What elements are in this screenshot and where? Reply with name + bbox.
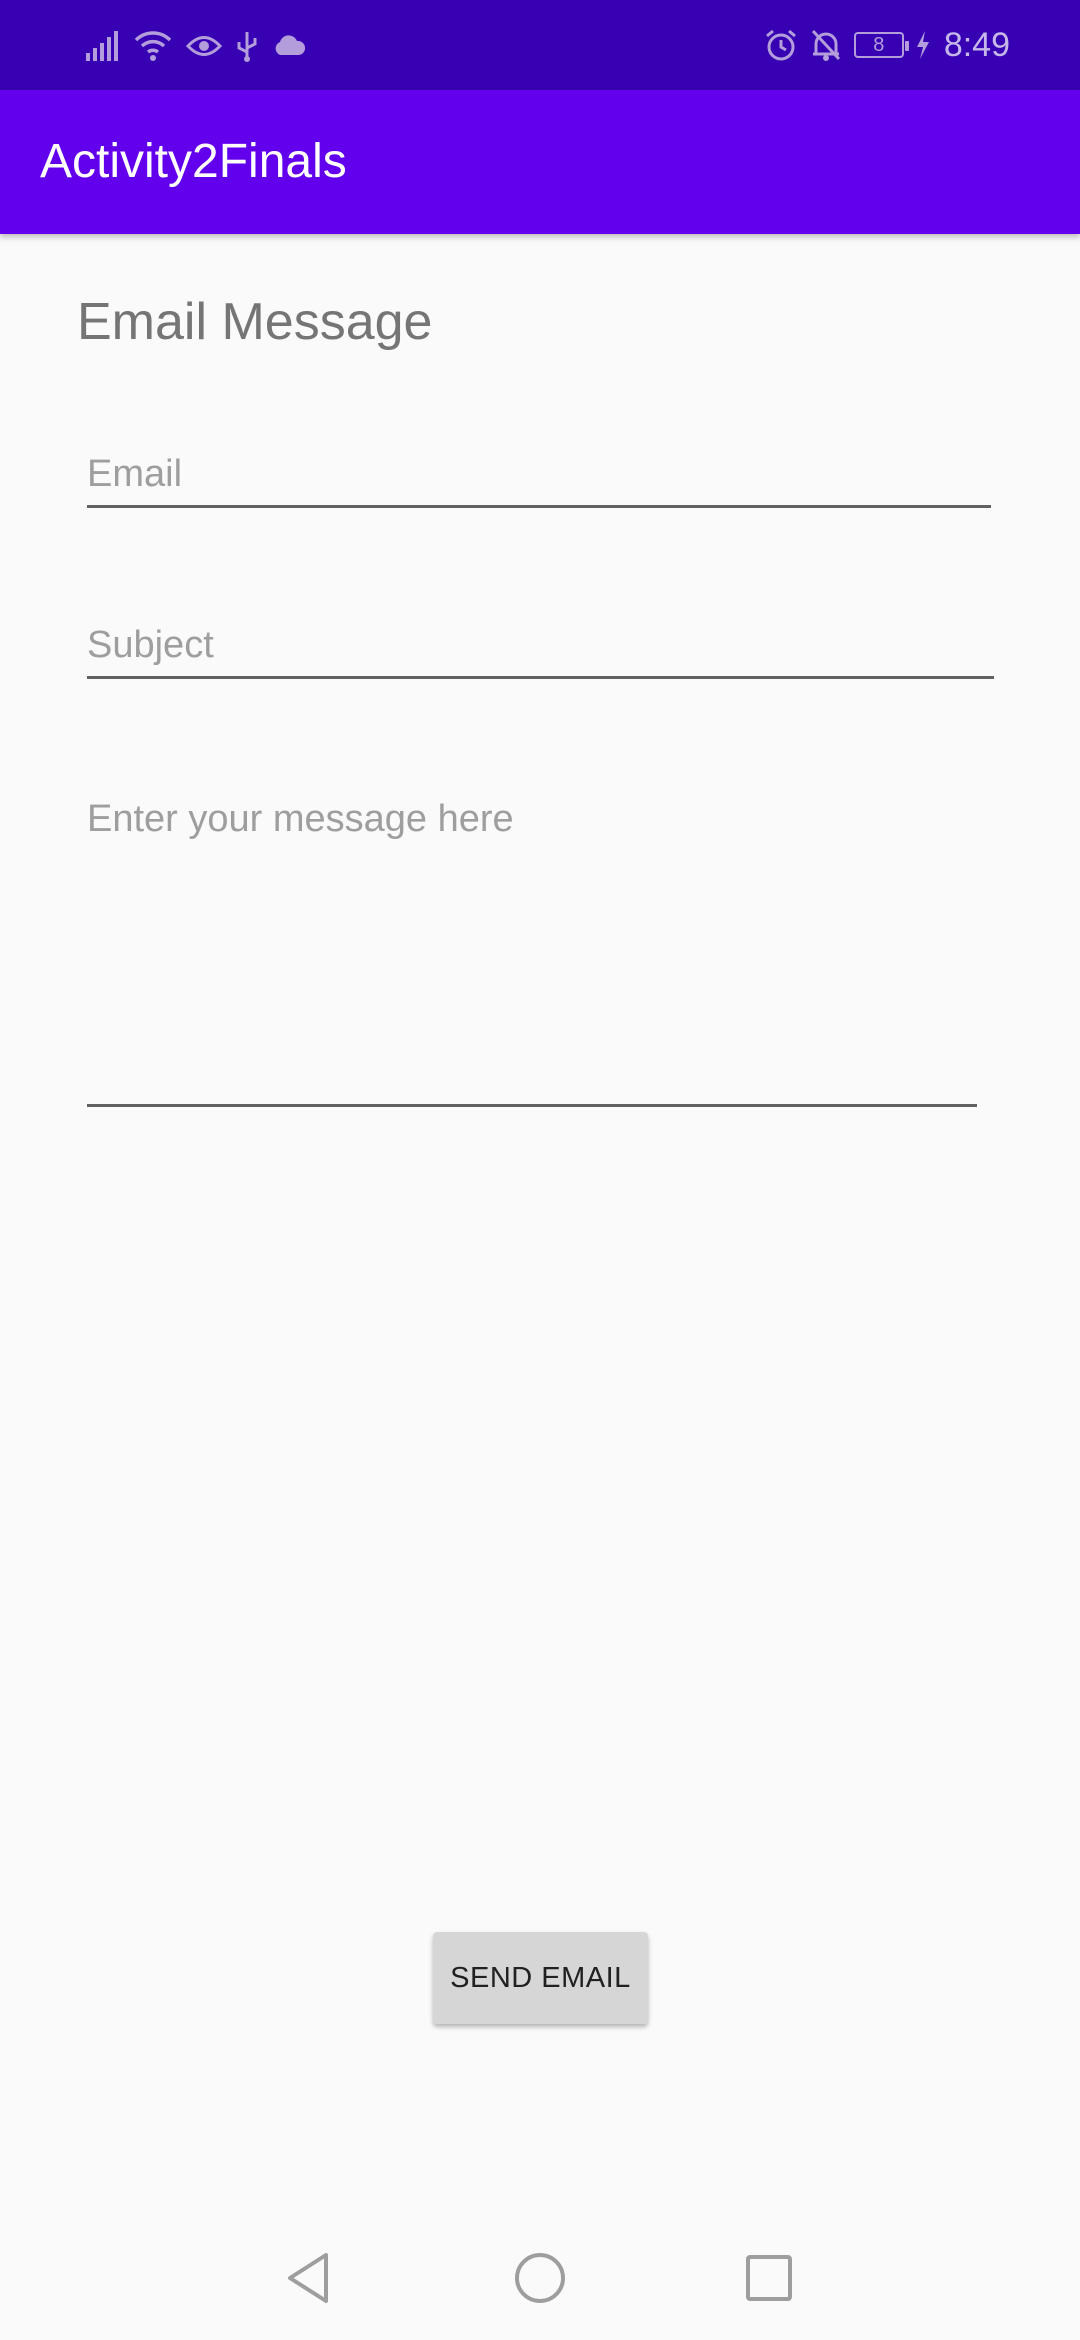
recents-button[interactable] xyxy=(737,2248,801,2312)
usb-icon xyxy=(236,30,258,62)
battery-icon: 8 xyxy=(853,32,909,58)
send-email-button[interactable]: SEND EMAIL xyxy=(433,1932,648,2024)
notifications-off-icon xyxy=(810,28,842,62)
navigation-bar xyxy=(0,2218,1080,2340)
wifi-icon xyxy=(134,30,172,62)
alarm-icon xyxy=(764,28,798,62)
signal-icon xyxy=(86,31,120,61)
recents-icon xyxy=(744,2253,794,2308)
back-icon xyxy=(284,2251,332,2310)
message-field[interactable] xyxy=(87,795,977,1107)
status-left-icons xyxy=(86,24,306,68)
app-bar: Activity2Finals xyxy=(0,90,1080,234)
home-icon xyxy=(513,2251,567,2310)
cloud-icon xyxy=(272,35,306,57)
status-right-icons: 8 8:49 xyxy=(764,22,1010,68)
email-field[interactable] xyxy=(87,450,991,508)
status-time: 8:49 xyxy=(943,25,1010,64)
page-title: Email Message xyxy=(77,293,433,351)
battery-level: 8 xyxy=(873,33,885,56)
charging-icon xyxy=(916,31,930,59)
status-bar: 8 8:49 xyxy=(0,0,1080,90)
home-button[interactable] xyxy=(508,2248,572,2312)
eye-icon xyxy=(186,33,222,59)
app-title: Activity2Finals xyxy=(40,135,347,188)
subject-field[interactable] xyxy=(87,620,994,679)
back-button[interactable] xyxy=(276,2248,340,2312)
